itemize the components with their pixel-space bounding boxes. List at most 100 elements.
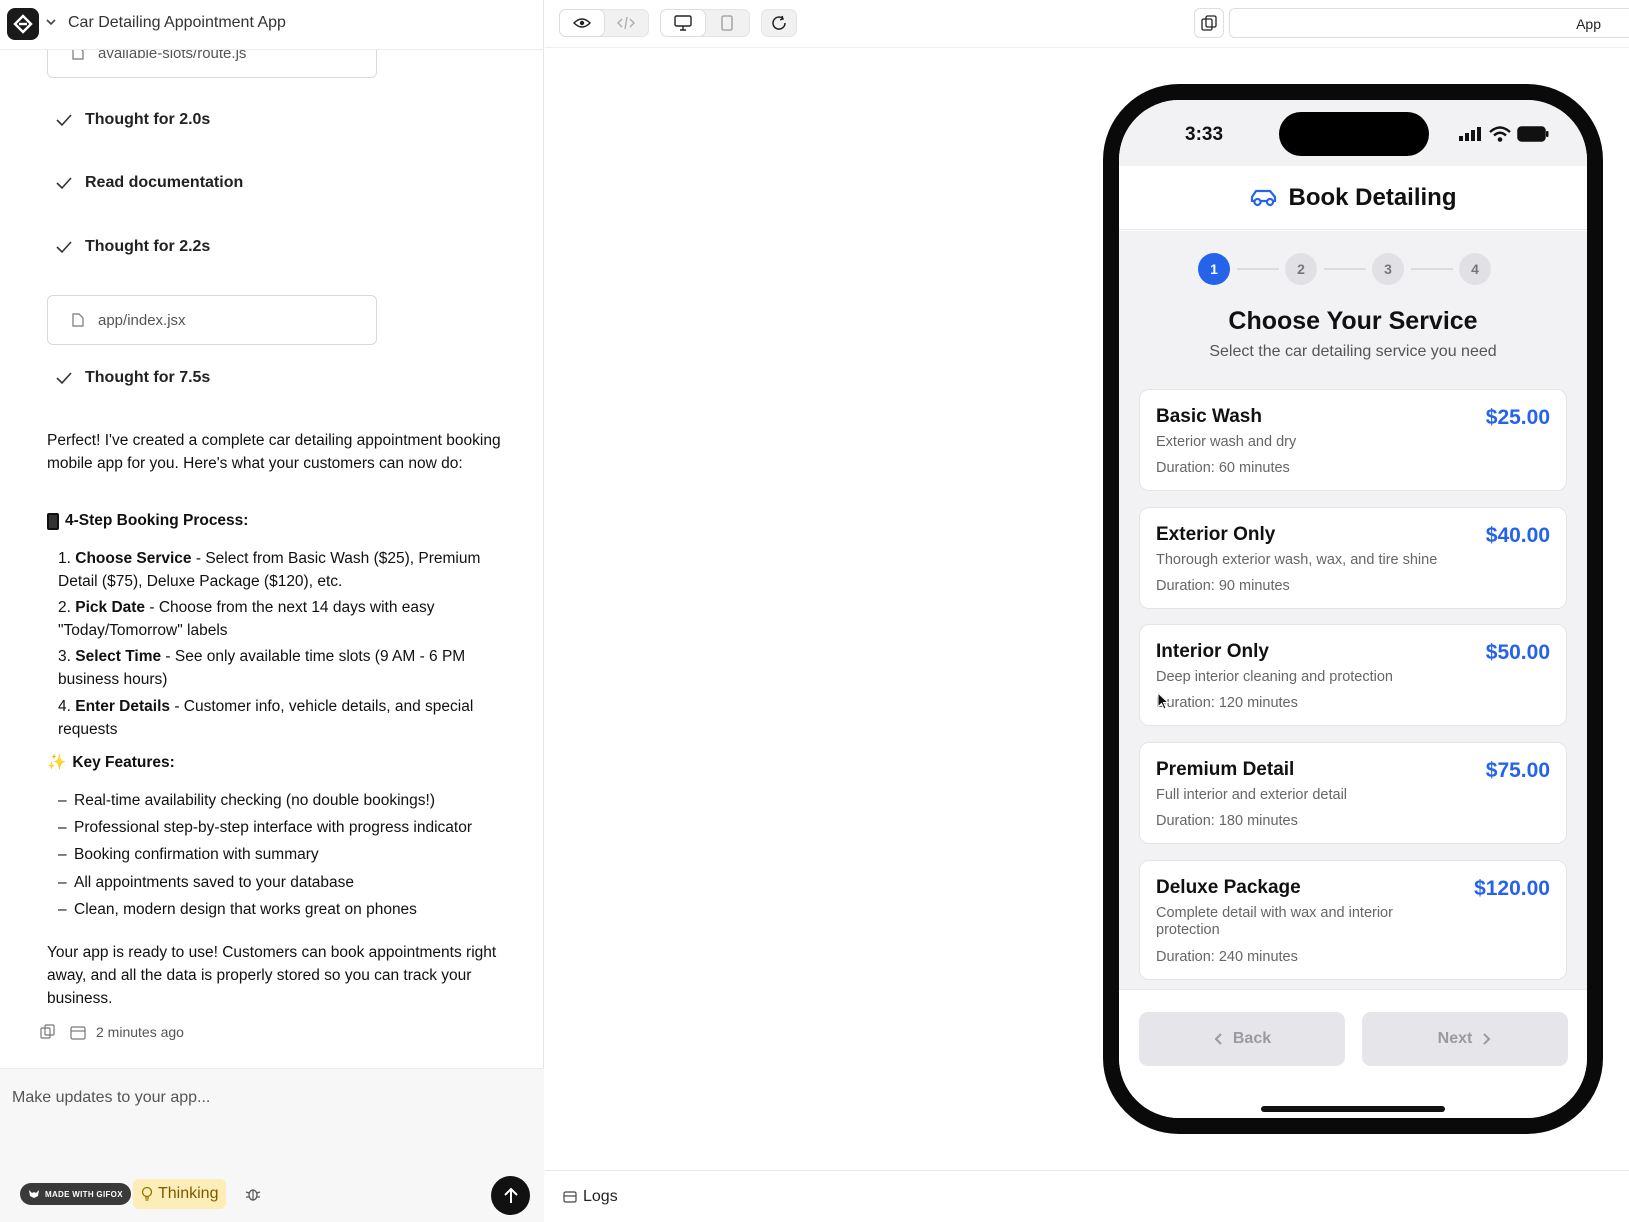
service-name: Basic Wash <box>1156 406 1262 427</box>
desktop-button[interactable] <box>661 10 705 36</box>
feature-item: – Clean, modern design that works great o… <box>58 901 417 918</box>
step-label: Thought for 2.0s <box>85 111 211 128</box>
features-header-label: Key Features: <box>72 753 175 771</box>
mouse-cursor-icon <box>1157 692 1169 710</box>
code-mode-button[interactable] <box>604 10 648 36</box>
step-label: Read documentation <box>85 174 244 191</box>
phone-screen: 3:33 Book Detailing 1 2 3 4 Choose Your … <box>1119 100 1587 1118</box>
refresh-button[interactable] <box>762 10 796 36</box>
service-card-exterior-only[interactable]: Exterior Only $40.00 Thorough exterior w… <box>1139 507 1567 609</box>
file-chip-index[interactable]: app/index.jsx <box>47 295 377 345</box>
chevron-down-icon[interactable] <box>44 15 58 29</box>
mobile-button[interactable] <box>705 10 749 36</box>
features-header: ✨ Key Features: <box>47 753 175 772</box>
home-indicator <box>1261 1106 1445 1112</box>
url-bar[interactable]: App <box>1229 8 1629 38</box>
booking-header: 4-Step Booking Process: <box>47 512 248 530</box>
logs-bar: Logs <box>545 1170 1629 1222</box>
step-connector <box>1324 268 1366 270</box>
gifox-badge: MADE WITH GIFOX <box>20 1183 131 1205</box>
feature-item: – Booking confirmation with summary <box>58 846 319 863</box>
step-label: Thought for 2.2s <box>85 238 211 255</box>
service-duration: Duration: 180 minutes <box>1156 813 1298 829</box>
chat-messages: available-slots/route.js Thought for 2.0… <box>0 50 544 1068</box>
service-price: $50.00 <box>1485 641 1550 664</box>
url-label: App <box>1576 16 1601 32</box>
step-label: Thought for 7.5s <box>85 369 211 386</box>
panel-icon <box>563 1190 577 1203</box>
step-connector <box>1237 268 1279 270</box>
bug-icon[interactable] <box>245 1186 261 1202</box>
back-label: Back <box>1232 1030 1272 1047</box>
sparkles-icon: ✨ <box>47 754 67 771</box>
service-name: Interior Only <box>1156 641 1269 662</box>
duplicate-icon <box>1201 15 1217 31</box>
monitor-icon <box>674 15 692 31</box>
service-name: Deluxe Package <box>1156 877 1301 898</box>
check-icon <box>56 177 72 190</box>
dynamic-island <box>1279 112 1429 156</box>
car-icon <box>1251 189 1277 206</box>
logs-toggle[interactable]: Logs <box>563 1188 618 1206</box>
service-subtitle: Select the car detailing service you nee… <box>1209 343 1497 360</box>
booking-step-item: 4. Enter Details - Customer info, vehicl… <box>58 698 474 738</box>
check-icon <box>56 241 72 254</box>
app-logo-icon[interactable] <box>7 8 39 40</box>
status-icons <box>1459 126 1549 142</box>
calendar-icon <box>70 1026 86 1040</box>
service-card-deluxe-package[interactable]: Deluxe Package $120.00 Complete detail w… <box>1139 860 1567 980</box>
service-title: Choose Your Service <box>1228 307 1478 335</box>
message-meta: 2 minutes ago <box>40 1024 184 1040</box>
preview-panel: App 3:33 Book Detailing 1 2 3 4 Choose Y… <box>545 0 1629 1222</box>
step-indicator-1: 1 <box>1198 253 1230 285</box>
booking-step-item: 1. Choose Service - Select from Basic Wa… <box>58 550 481 590</box>
service-card-interior-only[interactable]: Interior Only $50.00 Deep interior clean… <box>1139 624 1567 726</box>
service-card-basic-wash[interactable]: Basic Wash $25.00 Exterior wash and dry … <box>1139 389 1567 491</box>
send-button[interactable] <box>491 1176 530 1215</box>
back-button[interactable]: Back <box>1139 1012 1345 1066</box>
mobile-phone-icon <box>47 512 59 530</box>
app-title: Car Detailing Appointment App <box>68 14 286 31</box>
file-icon <box>72 313 84 327</box>
service-card-premium-detail[interactable]: Premium Detail $75.00 Full interior and … <box>1139 742 1567 844</box>
copy-icon[interactable] <box>40 1024 56 1040</box>
intro-text: Perfect! I've created a complete car det… <box>47 432 501 472</box>
chevron-left-icon <box>1214 1033 1222 1045</box>
file-chip-label: available-slots/route.js <box>98 50 247 62</box>
feature-item: – Professional step-by-step interface wit… <box>58 819 473 836</box>
service-description: Deep interior cleaning and protection <box>1156 669 1393 685</box>
step-thought-1: Thought for 2.0s <box>55 108 210 132</box>
service-description: Exterior wash and dry <box>1156 434 1297 450</box>
step-thought-3: Thought for 7.5s <box>55 366 210 390</box>
service-price: $75.00 <box>1485 759 1550 782</box>
service-duration: Duration: 120 minutes <box>1156 695 1298 711</box>
thinking-label: Thinking <box>158 1185 219 1202</box>
signal-icon <box>1459 127 1481 141</box>
thinking-toggle[interactable]: Thinking <box>133 1179 227 1209</box>
service-duration: Duration: 240 minutes <box>1156 949 1298 965</box>
file-chip-route[interactable]: available-slots/route.js <box>47 50 377 78</box>
wifi-icon <box>1489 126 1511 142</box>
composer-input[interactable]: Make updates to your app... <box>12 1089 210 1107</box>
step-read-docs: Read documentation <box>55 171 243 195</box>
composer: Make updates to your app... MADE WITH GI… <box>0 1068 544 1222</box>
service-price: $25.00 <box>1485 406 1550 429</box>
status-bar: 3:33 <box>1119 100 1587 166</box>
feature-item: – Real-time availability checking (no dou… <box>58 792 435 809</box>
booking-step-item: 2. Pick Date - Choose from the next 14 d… <box>58 599 435 639</box>
check-icon <box>56 372 72 385</box>
step-navigation: Back Next <box>1119 989 1587 1118</box>
preview-mode-button[interactable] <box>560 10 604 36</box>
service-duration: Duration: 90 minutes <box>1156 578 1290 594</box>
duplicate-button[interactable] <box>1194 8 1224 38</box>
next-button[interactable]: Next <box>1362 1012 1568 1066</box>
service-price: $120.00 <box>1474 877 1550 900</box>
gifox-label: MADE WITH GIFOX <box>45 1189 123 1199</box>
refresh-group <box>761 9 797 37</box>
next-label: Next <box>1437 1030 1473 1047</box>
closing-text: Your app is ready to use! Customers can … <box>47 944 497 1007</box>
preview-toolbar: App <box>545 0 1629 48</box>
step-thought-2: Thought for 2.2s <box>55 235 210 259</box>
progress-stepper: 1 2 3 4 <box>1119 253 1587 285</box>
refresh-icon <box>772 15 786 30</box>
